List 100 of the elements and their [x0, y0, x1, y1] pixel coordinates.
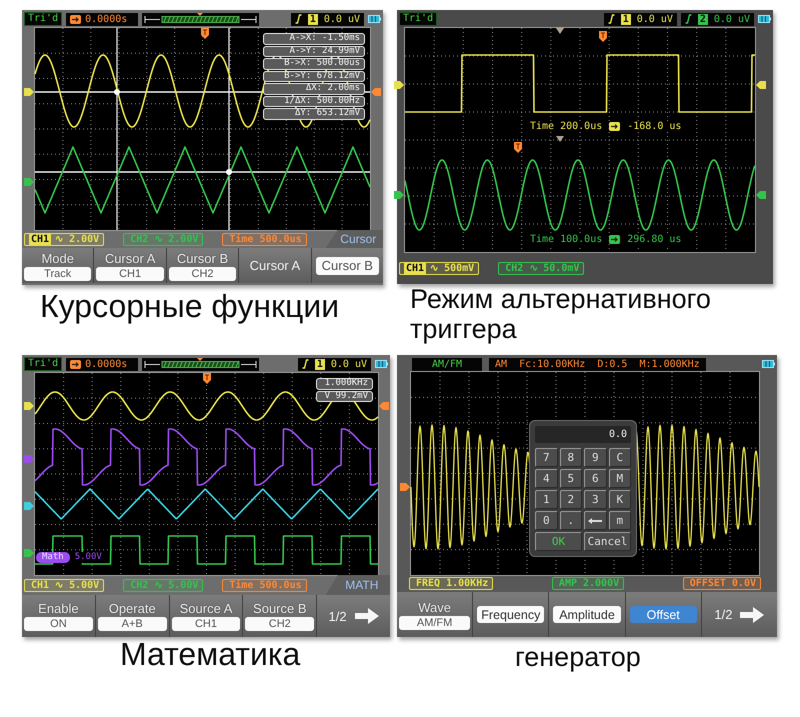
- softkey-value[interactable]: CH1: [172, 617, 240, 631]
- channel-marker-icon: [24, 502, 34, 510]
- battery-icon: [368, 15, 381, 23]
- rising-edge-icon: [294, 14, 302, 24]
- caption-text: Курсорные функции: [40, 289, 340, 325]
- menu-option[interactable]: Frequency: [477, 606, 544, 623]
- right-arrow-icon: [354, 608, 379, 624]
- trigger-marker-icon: [514, 142, 522, 153]
- readout-value: ∿ 50.0mV: [529, 262, 580, 274]
- menu-option[interactable]: Offset: [630, 606, 697, 623]
- keypad-key[interactable]: .: [560, 511, 582, 530]
- softkey-value[interactable]: Track: [24, 266, 92, 280]
- cancel-button[interactable]: Cancel: [584, 532, 631, 551]
- softkey-label: Source B: [252, 601, 308, 616]
- menu-option[interactable]: Cursor A: [243, 256, 307, 274]
- trigger-level-marker-icon: [756, 191, 766, 199]
- softkey-value[interactable]: ON: [24, 617, 93, 631]
- keypad-key[interactable]: C: [608, 448, 631, 467]
- readout-value: 500.0us: [259, 580, 302, 590]
- trigger-level-marker-icon: [756, 81, 766, 89]
- generator-mode: AM/FM: [412, 358, 482, 370]
- ok-button[interactable]: OK: [535, 532, 582, 551]
- timebase-label: Time 100.0us: [529, 234, 604, 245]
- channel-number: 1: [308, 14, 318, 24]
- keypad-key[interactable]: 8: [560, 448, 582, 467]
- readout-label: Time: [228, 234, 254, 244]
- menu-option[interactable]: Cursor B: [316, 256, 380, 274]
- trigger-position-icon: [70, 360, 82, 368]
- readout-value: 500.0us: [259, 234, 302, 244]
- softkey-label: Cursor B: [176, 250, 230, 266]
- keypad-key[interactable]: 9: [584, 448, 606, 467]
- readout-value: ∿ 5.00V: [154, 579, 198, 591]
- channel-number: 1: [314, 358, 325, 370]
- trigger-level: 0.0: [324, 14, 342, 24]
- channel-marker-icon: [394, 191, 404, 199]
- keypad-key[interactable]: 0: [535, 511, 558, 530]
- cursor-readout: A->X: -1.50ms: [263, 33, 365, 44]
- readout-label: OFFSET: [688, 578, 727, 589]
- timebase-label: Time 200.0us: [529, 121, 604, 132]
- trigger-marker-icon: [201, 28, 209, 39]
- trigger-level: 0.0: [636, 14, 655, 24]
- left-arrow-icon: [588, 518, 602, 524]
- trigger-unit: uV: [354, 358, 367, 370]
- position-marker-icon: [556, 136, 564, 142]
- softkey-value[interactable]: AM/FM: [399, 616, 470, 630]
- keypad-key[interactable]: M: [608, 469, 631, 488]
- softkey-value[interactable]: CH2: [245, 617, 314, 631]
- readout-value: 1.00KHz: [446, 578, 488, 589]
- battery-icon: [762, 360, 775, 368]
- cursor-point-icon: [226, 169, 232, 175]
- keypad-key[interactable]: 2: [560, 490, 582, 509]
- trigger-delay: -168.0 us: [626, 121, 682, 132]
- menu-title: Cursor: [326, 230, 383, 248]
- battery-icon: [758, 15, 771, 23]
- keypad-key[interactable]: 3: [584, 490, 606, 509]
- channel-marker-icon: [24, 455, 34, 463]
- cursor-readout: A->Y: 24.99mV: [263, 46, 365, 57]
- trigger-unit: uV: [660, 14, 673, 24]
- channel-marker-icon: [394, 81, 404, 89]
- channel-marker-icon: [24, 402, 34, 410]
- menu-title: MATH: [326, 575, 390, 595]
- keypad-key[interactable]: 5: [560, 469, 582, 488]
- trigger-unit: uV: [738, 14, 750, 24]
- keypad-key[interactable]: 1: [535, 490, 558, 509]
- readout-label: CH1: [30, 580, 50, 590]
- softkey-value[interactable]: A+B: [98, 617, 167, 631]
- position-marker-icon: [556, 28, 564, 34]
- readout-label: CH2: [129, 580, 150, 590]
- trigger-position-icon: [70, 14, 82, 24]
- trigger-position-icon: [609, 122, 620, 131]
- caption-text: Режим альтернативного триггера: [410, 284, 712, 344]
- next-page-button[interactable]: 1/2: [324, 608, 383, 624]
- trigger-level-marker-icon: [371, 88, 381, 96]
- menu-option[interactable]: Amplitude: [553, 606, 621, 623]
- battery-icon: [375, 360, 388, 368]
- math-channel-label: Math: [36, 552, 70, 563]
- trigger-status: Tri'd: [399, 12, 438, 26]
- math-scale: 5.00V: [72, 552, 104, 563]
- keypad-key[interactable]: 6: [584, 469, 606, 488]
- softkey-value[interactable]: CH2: [168, 266, 236, 280]
- keypad-key[interactable]: K: [608, 490, 631, 509]
- next-page-button[interactable]: 1/2: [710, 606, 768, 622]
- keypad-display: 0.0: [535, 426, 631, 443]
- caption-text: Математика: [120, 637, 300, 673]
- cursor-readout: ΔY: 653.12mV: [263, 108, 365, 120]
- keypad-key[interactable]: 7: [535, 448, 558, 467]
- softkey-label: Enable: [37, 601, 80, 616]
- trigger-delay: 296.80 us: [626, 234, 682, 245]
- channel-marker-icon: [24, 178, 34, 186]
- trigger-status: Tri'd: [24, 12, 62, 26]
- backspace-key[interactable]: [584, 511, 606, 530]
- softkey-value[interactable]: CH1: [96, 266, 164, 280]
- readout-label: CH2: [504, 262, 524, 274]
- readout-label: FREQ: [415, 578, 442, 589]
- keypad-key[interactable]: 4: [535, 469, 558, 488]
- readout-value: ∿ 2.00V: [154, 233, 198, 245]
- rising-edge-icon: [302, 359, 309, 369]
- readout-value: ∿ 2.00V: [55, 233, 100, 245]
- trigger-level: 0.0: [330, 358, 349, 370]
- keypad-key[interactable]: m: [608, 511, 631, 530]
